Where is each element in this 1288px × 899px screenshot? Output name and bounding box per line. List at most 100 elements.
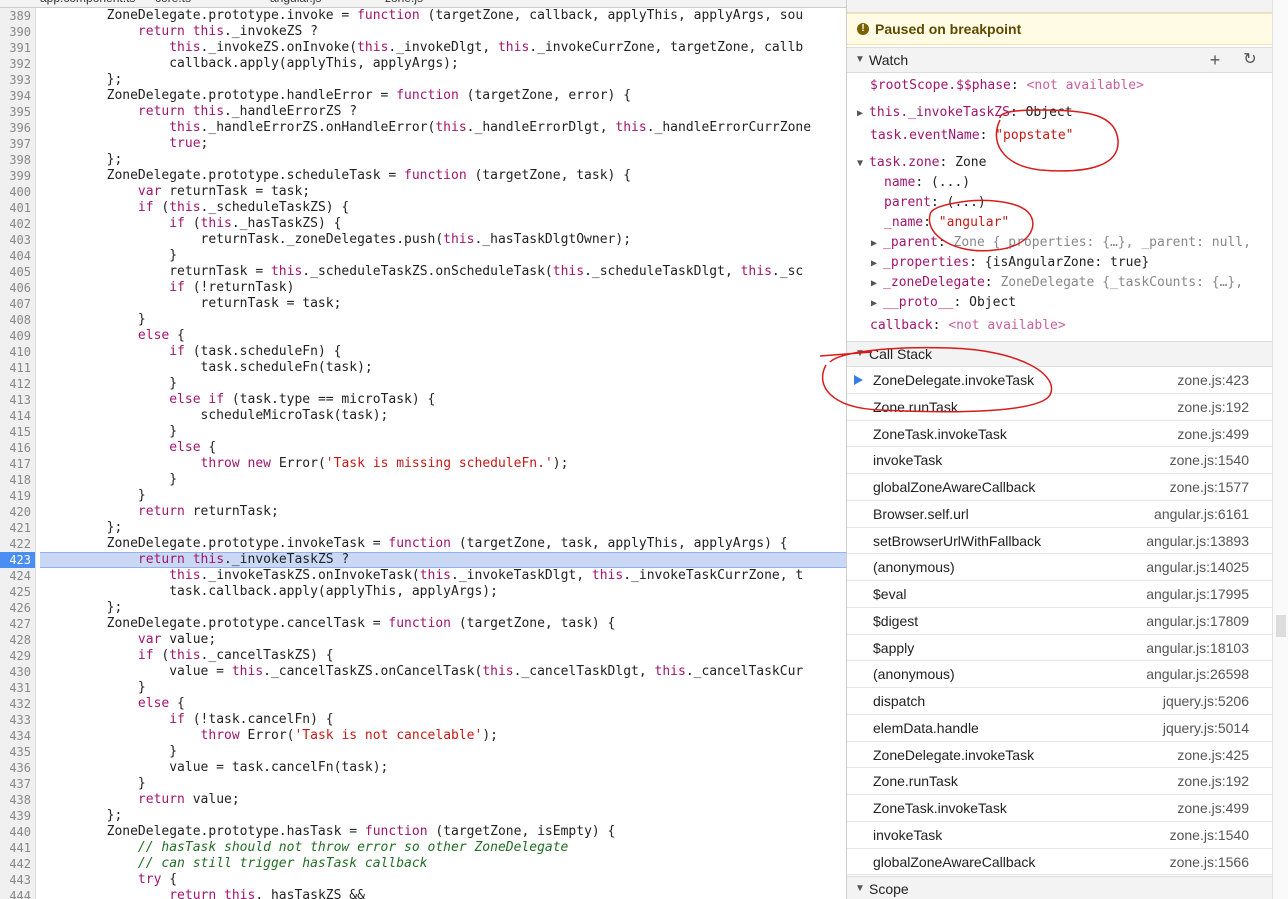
line-number[interactable]: 441 bbox=[0, 840, 36, 856]
code-line[interactable]: 393 }; bbox=[0, 72, 846, 88]
code-line[interactable]: 438 return value; bbox=[0, 792, 846, 808]
right-scrollbar[interactable] bbox=[1272, 0, 1288, 899]
code-line[interactable]: 390 return this._invokeZS ? bbox=[0, 24, 846, 40]
line-number[interactable]: 437 bbox=[0, 776, 36, 792]
line-number[interactable]: 435 bbox=[0, 744, 36, 760]
collapse-triangle-icon[interactable]: ▼ bbox=[857, 158, 869, 169]
code-line[interactable]: 404 } bbox=[0, 248, 846, 264]
call-stack-frame[interactable]: Browser.self.url angular.js:6161 bbox=[847, 501, 1272, 528]
line-number[interactable]: 397 bbox=[0, 136, 36, 152]
zone-prop-_name[interactable]: _name: "angular" bbox=[884, 213, 1009, 233]
frame-location-link[interactable]: zone.js:423 bbox=[1177, 367, 1249, 393]
call-stack-frame[interactable]: Zone.runTask zone.js:192 bbox=[847, 768, 1272, 795]
line-number[interactable]: 396 bbox=[0, 120, 36, 136]
zone-prop-_zone-delegate[interactable]: ▶ _zoneDelegate: ZoneDelegate {_taskCoun… bbox=[871, 273, 1243, 293]
call-stack-frame[interactable]: setBrowserUrlWithFallback angular.js:1389… bbox=[847, 528, 1272, 555]
line-number[interactable]: 439 bbox=[0, 808, 36, 824]
watch-item-rootscope[interactable]: $rootScope.$$phase: <not available> bbox=[870, 76, 1144, 96]
code-line[interactable]: 396 this._handleErrorZS.onHandleError(th… bbox=[0, 120, 846, 136]
code-line[interactable]: 437 } bbox=[0, 776, 846, 792]
code-line[interactable]: 417 throw new Error('Task is missing sch… bbox=[0, 456, 846, 472]
editor-tab[interactable]: zone.js bbox=[385, 0, 423, 5]
code-line[interactable]: 407 returnTask = task; bbox=[0, 296, 846, 312]
code-line[interactable]: 444 return this._hasTaskZS && bbox=[0, 888, 846, 899]
debugger-toolbar[interactable] bbox=[847, 0, 1272, 13]
code-line[interactable]: 421 }; bbox=[0, 520, 846, 536]
line-number[interactable]: 417 bbox=[0, 456, 36, 472]
call-stack-frame[interactable]: invokeTask zone.js:1540 bbox=[847, 447, 1272, 474]
frame-location-link[interactable]: zone.js:192 bbox=[1177, 394, 1249, 420]
line-number[interactable]: 422 bbox=[0, 536, 36, 552]
code-line[interactable]: 442 // can still trigger hasTask callbac… bbox=[0, 856, 846, 872]
line-number[interactable]: 426 bbox=[0, 600, 36, 616]
code-line[interactable]: 414 scheduleMicroTask(task); bbox=[0, 408, 846, 424]
line-number[interactable]: 401 bbox=[0, 200, 36, 216]
line-number[interactable]: 389 bbox=[0, 8, 36, 24]
scrollbar-thumb[interactable] bbox=[1276, 615, 1286, 637]
watch-item-task-zone[interactable]: ▼ task.zone: Zone bbox=[857, 153, 986, 173]
line-number[interactable]: 409 bbox=[0, 328, 36, 344]
line-number[interactable]: 402 bbox=[0, 216, 36, 232]
frame-location-link[interactable]: angular.js:14025 bbox=[1146, 554, 1249, 580]
frame-location-link[interactable]: zone.js:1566 bbox=[1170, 849, 1249, 875]
call-stack-frame[interactable]: $digest angular.js:17809 bbox=[847, 608, 1272, 635]
line-number[interactable]: 395 bbox=[0, 104, 36, 120]
code-line[interactable]: 443 try { bbox=[0, 872, 846, 888]
code-line[interactable]: 439 }; bbox=[0, 808, 846, 824]
code-line[interactable]: 416 else { bbox=[0, 440, 846, 456]
code-line[interactable]: 426 }; bbox=[0, 600, 846, 616]
expand-triangle-icon[interactable]: ▶ bbox=[871, 258, 883, 269]
code-line[interactable]: 432 else { bbox=[0, 696, 846, 712]
frame-location-link[interactable]: angular.js:13893 bbox=[1146, 528, 1249, 554]
zone-prop-_parent[interactable]: ▶ _parent: Zone {_properties: {…}, _pare… bbox=[871, 233, 1251, 253]
call-stack-frame[interactable]: ZoneTask.invokeTask zone.js:499 bbox=[847, 421, 1272, 448]
code-line[interactable]: 405 returnTask = this._scheduleTaskZS.on… bbox=[0, 264, 846, 280]
code-line[interactable]: 422 ZoneDelegate.prototype.invokeTask = … bbox=[0, 536, 846, 552]
frame-location-link[interactable]: angular.js:17995 bbox=[1146, 581, 1249, 607]
line-number[interactable]: 418 bbox=[0, 472, 36, 488]
code-line[interactable]: 392 callback.apply(applyThis, applyArgs)… bbox=[0, 56, 846, 72]
zone-prop-parent[interactable]: parent: (...) bbox=[884, 193, 986, 213]
code-line[interactable]: 415 } bbox=[0, 424, 846, 440]
line-number[interactable]: 427 bbox=[0, 616, 36, 632]
line-number[interactable]: 442 bbox=[0, 856, 36, 872]
line-number[interactable]: 428 bbox=[0, 632, 36, 648]
line-number[interactable]: 431 bbox=[0, 680, 36, 696]
expand-triangle-icon[interactable]: ▶ bbox=[871, 298, 883, 309]
line-number[interactable]: 410 bbox=[0, 344, 36, 360]
code-editor[interactable]: app.component.ts core.ts angular.js zone.js… bbox=[0, 0, 846, 899]
line-number[interactable]: 429 bbox=[0, 648, 36, 664]
line-number[interactable]: 419 bbox=[0, 488, 36, 504]
code-line[interactable]: 431 } bbox=[0, 680, 846, 696]
code-line[interactable]: 429 if (this._cancelTaskZS) { bbox=[0, 648, 846, 664]
line-number[interactable]: 398 bbox=[0, 152, 36, 168]
code-line[interactable]: 419 } bbox=[0, 488, 846, 504]
call-stack-frame[interactable]: globalZoneAwareCallback zone.js:1577 bbox=[847, 474, 1272, 501]
editor-tab-bar[interactable]: app.component.ts core.ts angular.js zone.js bbox=[0, 0, 846, 8]
frame-location-link[interactable]: zone.js:499 bbox=[1177, 421, 1249, 447]
call-stack-frame[interactable]: (anonymous) angular.js:14025 bbox=[847, 554, 1272, 581]
code-line[interactable]: 403 returnTask._zoneDelegates.push(this.… bbox=[0, 232, 846, 248]
code-line[interactable]: 394 ZoneDelegate.prototype.handleError =… bbox=[0, 88, 846, 104]
frame-location-link[interactable]: jquery.js:5206 bbox=[1163, 688, 1249, 714]
call-stack-frame[interactable]: $apply angular.js:18103 bbox=[847, 635, 1272, 662]
editor-tab[interactable]: angular.js bbox=[270, 0, 321, 5]
line-number[interactable]: 430 bbox=[0, 664, 36, 680]
current-code-line[interactable]: 423 return this._invokeTaskZS ? bbox=[0, 552, 846, 568]
line-number[interactable]: 425 bbox=[0, 584, 36, 600]
line-number[interactable]: 416 bbox=[0, 440, 36, 456]
line-number[interactable]: 400 bbox=[0, 184, 36, 200]
line-number[interactable]: 394 bbox=[0, 88, 36, 104]
call-stack-frame[interactable]: elemData.handle jquery.js:5014 bbox=[847, 715, 1272, 742]
call-stack-section-header[interactable]: ▼ Call Stack bbox=[847, 341, 1272, 367]
code-line[interactable]: 420 return returnTask; bbox=[0, 504, 846, 520]
code-line[interactable]: 406 if (!returnTask) bbox=[0, 280, 846, 296]
code-line[interactable]: 430 value = this._cancelTaskZS.onCancelT… bbox=[0, 664, 846, 680]
code-line[interactable]: 398 }; bbox=[0, 152, 846, 168]
editor-tab[interactable]: app.component.ts bbox=[40, 0, 135, 5]
call-stack-frame[interactable]: ZoneDelegate.invokeTask zone.js:425 bbox=[847, 742, 1272, 769]
code-line[interactable]: 424 this._invokeTaskZS.onInvokeTask(this… bbox=[0, 568, 846, 584]
code-line[interactable]: 434 throw Error('Task is not cancelable'… bbox=[0, 728, 846, 744]
call-stack-frame[interactable]: globalZoneAwareCallback zone.js:1566 bbox=[847, 849, 1272, 876]
code-line[interactable]: 401 if (this._scheduleTaskZS) { bbox=[0, 200, 846, 216]
